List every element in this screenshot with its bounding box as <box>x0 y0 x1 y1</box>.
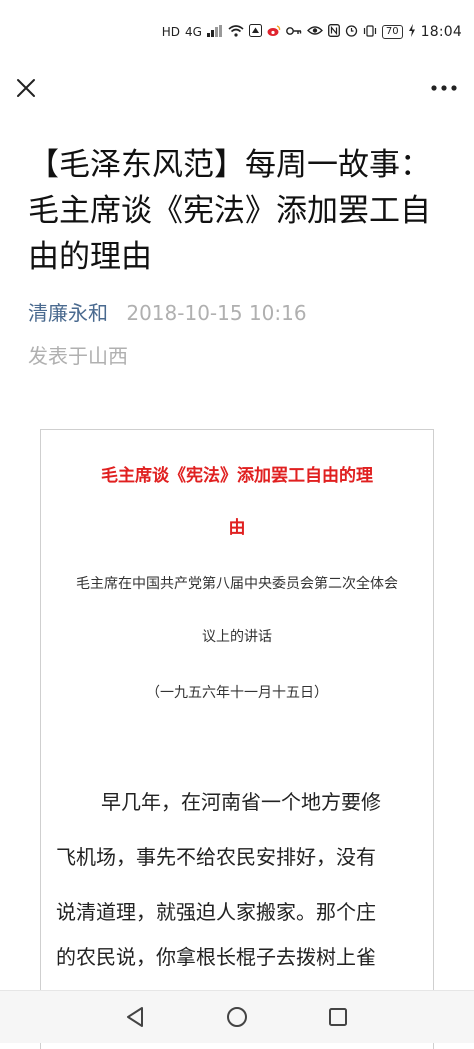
key-icon <box>286 25 302 39</box>
home-button[interactable] <box>219 999 255 1035</box>
more-options-button[interactable] <box>428 74 460 102</box>
status-icons: HD 4G 70 18:04 <box>162 24 462 40</box>
network-type-label: 4G <box>184 25 202 39</box>
publish-date: 2018-10-15 10:16 <box>126 301 307 325</box>
author-link[interactable]: 清廉永和 <box>28 301 108 325</box>
recent-square-icon <box>329 1008 347 1026</box>
back-triangle-icon <box>127 1007 143 1027</box>
article-meta: 清廉永和 2018-10-15 10:16 <box>28 298 307 328</box>
alarm-icon <box>345 24 358 40</box>
speech-date: （一九五六年十一月十五日） <box>146 685 328 701</box>
publish-location: 发表于山西 <box>28 344 128 368</box>
speech-source-line-1: 毛主席在中国共产党第八届中央委员会第二次全体会 <box>76 576 398 592</box>
paragraph-line: 说清道理，就强迫人家搬家。那个庄 <box>56 900 376 924</box>
article-title: 【毛泽东风范】每周一故事：毛主席谈《宪法》添加罢工自由的理由 <box>28 147 431 275</box>
battery-indicator: 70 <box>381 25 403 39</box>
clock: 18:04 <box>420 24 462 40</box>
system-nav-bar <box>0 990 474 1043</box>
signal-icon <box>206 24 223 40</box>
back-button[interactable] <box>118 999 154 1035</box>
more-icon <box>431 85 457 91</box>
charging-icon <box>408 24 416 40</box>
recent-apps-button[interactable] <box>320 999 356 1035</box>
paragraph-line: 早几年，在河南省一个地方要修 <box>101 790 381 814</box>
status-bar: HD 4G 70 18:04 <box>0 0 474 60</box>
close-icon <box>17 79 35 97</box>
top-nav <box>0 60 474 116</box>
close-button[interactable] <box>12 74 40 102</box>
home-circle-icon <box>227 1007 247 1027</box>
vibrate-icon <box>363 24 377 40</box>
hd-label: HD <box>161 25 180 39</box>
paragraph-line: 的农民说，你拿根长棍子去拨树上雀 <box>56 945 376 969</box>
eye-icon <box>306 25 323 39</box>
content-title-line-2: 由 <box>228 518 246 538</box>
weibo-icon <box>267 24 281 40</box>
speech-source-line-2: 议上的讲话 <box>202 629 272 645</box>
app-notification-icon <box>248 24 262 40</box>
nfc-icon <box>327 24 340 40</box>
content-title-line-1: 毛主席谈《宪法》添加罢工自由的理 <box>101 466 373 486</box>
paragraph-line: 飞机场，事先不给农民安排好，没有 <box>56 845 376 869</box>
wifi-icon <box>228 24 244 40</box>
